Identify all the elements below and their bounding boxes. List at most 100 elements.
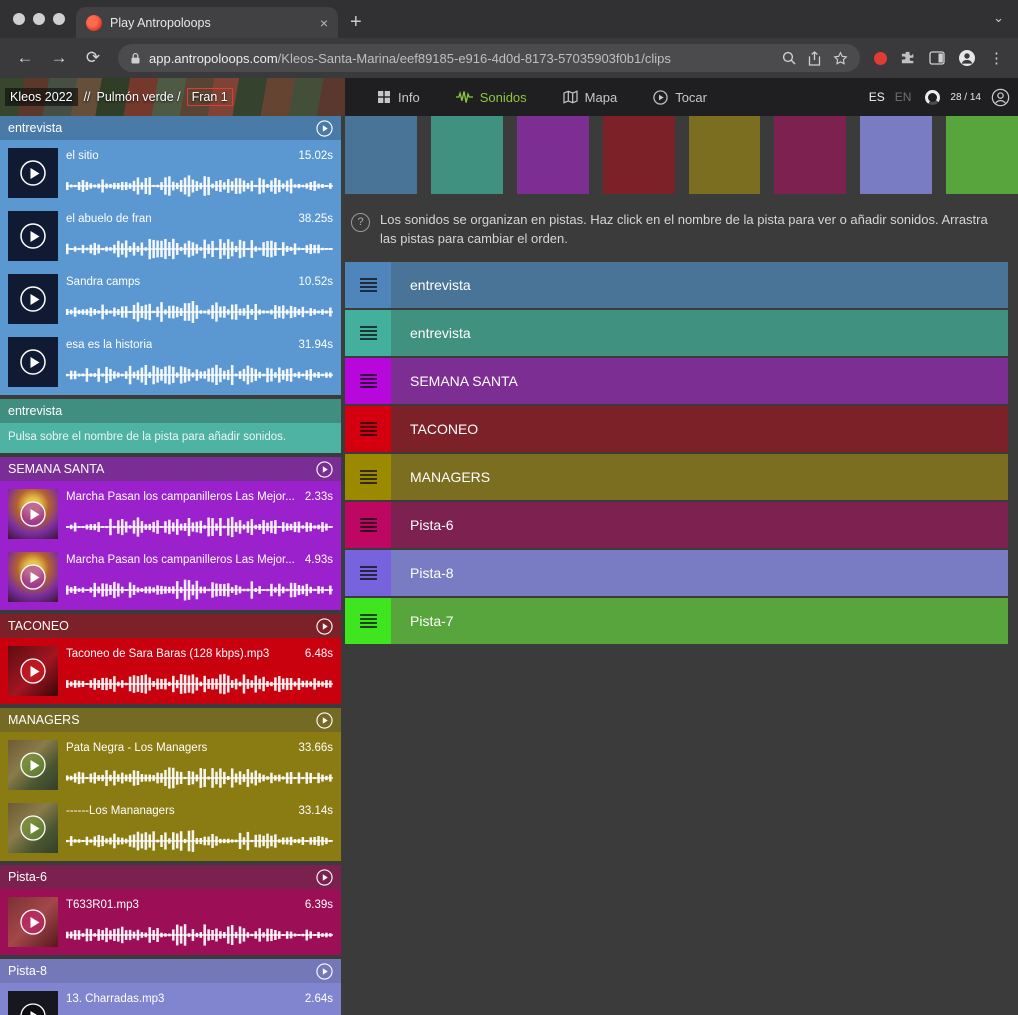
lang-en-button[interactable]: EN: [895, 90, 912, 104]
clip-item[interactable]: el sitio15.02s: [8, 148, 333, 198]
track-header[interactable]: SEMANA SANTA: [0, 457, 341, 481]
clip-item[interactable]: T633R01.mp36.39s: [8, 897, 333, 947]
back-button[interactable]: ←: [10, 48, 40, 68]
clip-thumbnail[interactable]: [8, 646, 58, 696]
tab-info[interactable]: Info: [377, 90, 420, 105]
app-nav: Info Sonidos Mapa Tocar: [377, 90, 707, 105]
clip-thumbnail[interactable]: [8, 274, 58, 324]
clip-title: el sitio: [66, 150, 99, 162]
drag-handle[interactable]: [345, 454, 391, 500]
track-row[interactable]: TACONEO: [345, 406, 1008, 452]
track-header[interactable]: entrevista: [0, 399, 341, 423]
track-header[interactable]: entrevista: [0, 116, 341, 140]
track-color-swatch: [860, 116, 932, 194]
clip-thumbnail[interactable]: [8, 740, 58, 790]
url-text: app.antropoloops.com/Kleos-Santa-Marina/…: [149, 51, 774, 66]
drag-handle[interactable]: [345, 262, 391, 308]
track-header[interactable]: Pista-8: [0, 959, 341, 983]
tab-sonidos[interactable]: Sonidos: [456, 90, 527, 105]
profile-avatar-icon[interactable]: [958, 49, 976, 67]
drag-handle[interactable]: [345, 358, 391, 404]
track-header[interactable]: TACONEO: [0, 614, 341, 638]
share-icon[interactable]: [808, 51, 821, 66]
play-track-button[interactable]: [316, 618, 333, 635]
track-row[interactable]: Pista-6: [345, 502, 1008, 548]
play-track-button[interactable]: [316, 963, 333, 980]
reload-button[interactable]: ⟳: [78, 48, 108, 68]
clip-item[interactable]: 13. Charradas.mp32.64s: [8, 991, 333, 1015]
breadcrumb-project[interactable]: Kleos 2022: [5, 88, 78, 106]
sidebar-track: Pista-6 T633R01.mp36.39s: [0, 865, 341, 955]
side-panel-icon[interactable]: [929, 51, 945, 65]
tab-tocar[interactable]: Tocar: [653, 90, 707, 105]
clip-item[interactable]: el abuelo de fran38.25s: [8, 211, 333, 261]
bookmark-star-icon[interactable]: [833, 51, 848, 66]
clip-waveform: [66, 515, 333, 539]
clip-thumbnail[interactable]: [8, 337, 58, 387]
window-zoom-button[interactable]: [53, 13, 65, 25]
waveform-icon: [456, 90, 473, 104]
track-row[interactable]: entrevista: [345, 262, 1008, 308]
track-header[interactable]: MANAGERS: [0, 708, 341, 732]
new-tab-button[interactable]: +: [350, 7, 362, 38]
forward-button[interactable]: →: [44, 48, 74, 68]
tab-search-chevron-icon[interactable]: ⌄: [993, 10, 1004, 26]
drag-handle[interactable]: [345, 310, 391, 356]
clip-duration: 6.48s: [305, 648, 333, 660]
clip-thumbnail[interactable]: [8, 897, 58, 947]
extensions-puzzle-icon[interactable]: [900, 50, 916, 66]
track-row-label: entrevista: [410, 277, 471, 293]
clip-thumbnail[interactable]: [8, 211, 58, 261]
clip-item[interactable]: esa es la historia31.94s: [8, 337, 333, 387]
clip-play-icon: [19, 1002, 47, 1015]
track-row[interactable]: Pista-8: [345, 550, 1008, 596]
sidebar-track: MANAGERS Pata Negra - Los Managers33.66s: [0, 708, 341, 861]
play-track-button[interactable]: [316, 120, 333, 137]
browser-tab-strip: Play Antropoloops × + ⌄: [0, 0, 1018, 38]
drag-handle[interactable]: [345, 550, 391, 596]
window-minimize-button[interactable]: [33, 13, 45, 25]
tab-close-icon[interactable]: ×: [320, 15, 328, 31]
recording-extension-icon[interactable]: [874, 52, 887, 65]
clip-item[interactable]: Marcha Pasan los campanilleros Las Mejor…: [8, 552, 333, 602]
breadcrumb: Kleos 2022 // Pulmón verde / Fran 1: [5, 88, 233, 106]
clip-thumbnail[interactable]: [8, 552, 58, 602]
clip-item[interactable]: Marcha Pasan los campanilleros Las Mejor…: [8, 489, 333, 539]
grip-icon: [360, 374, 377, 388]
drag-handle[interactable]: [345, 598, 391, 644]
track-row[interactable]: Pista-7: [345, 598, 1008, 644]
track-header[interactable]: Pista-6: [0, 865, 341, 889]
clip-item[interactable]: ------Los Mananagers33.14s: [8, 803, 333, 853]
browser-tab[interactable]: Play Antropoloops ×: [76, 7, 338, 38]
grip-icon: [360, 518, 377, 532]
clip-thumbnail[interactable]: [8, 148, 58, 198]
clip-item[interactable]: Pata Negra - Los Managers33.66s: [8, 740, 333, 790]
drag-handle[interactable]: [345, 406, 391, 452]
tab-mapa-label: Mapa: [585, 90, 618, 105]
tab-title: Play Antropoloops: [110, 16, 312, 30]
clip-thumbnail[interactable]: [8, 803, 58, 853]
address-bar[interactable]: app.antropoloops.com/Kleos-Santa-Marina/…: [118, 44, 860, 72]
clip-duration: 6.39s: [305, 899, 333, 911]
clip-duration: 33.66s: [298, 742, 333, 754]
clip-waveform: [66, 829, 333, 853]
clip-item[interactable]: Taconeo de Sara Baras (128 kbps).mp36.48…: [8, 646, 333, 696]
play-track-button[interactable]: [316, 461, 333, 478]
tab-mapa[interactable]: Mapa: [563, 90, 618, 105]
drag-handle[interactable]: [345, 502, 391, 548]
track-row[interactable]: entrevista: [345, 310, 1008, 356]
tracks-sidebar: entrevista el sitio15.02s: [0, 116, 341, 1015]
play-track-button[interactable]: [316, 712, 333, 729]
account-icon[interactable]: [991, 88, 1010, 107]
clip-thumbnail[interactable]: [8, 991, 58, 1015]
clip-item[interactable]: Sandra camps10.52s: [8, 274, 333, 324]
window-close-button[interactable]: [13, 13, 25, 25]
track-row[interactable]: MANAGERS: [345, 454, 1008, 500]
clip-quota-ring: [925, 90, 940, 105]
clip-thumbnail[interactable]: [8, 489, 58, 539]
zoom-icon[interactable]: [782, 51, 796, 65]
play-track-button[interactable]: [316, 869, 333, 886]
lang-es-button[interactable]: ES: [869, 90, 885, 104]
browser-menu-icon[interactable]: ⋮: [989, 49, 1004, 67]
track-row[interactable]: SEMANA SANTA: [345, 358, 1008, 404]
